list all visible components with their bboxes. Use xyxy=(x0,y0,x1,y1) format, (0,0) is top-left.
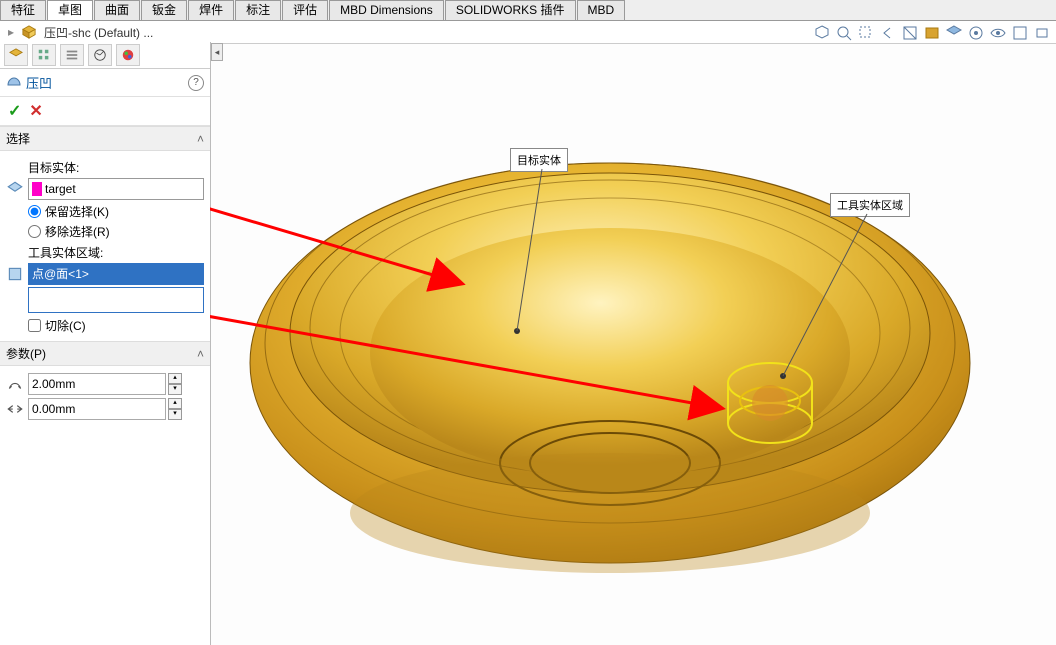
appearance-mgr-tab[interactable] xyxy=(116,44,140,66)
pick-face-icon[interactable] xyxy=(6,265,24,283)
orientation-icon[interactable] xyxy=(814,25,830,41)
chevron-up-icon: ˄ xyxy=(197,347,204,361)
main-tabs: 特征 卓图 曲面 钣金 焊件 标注 评估 MBD Dimensions SOLI… xyxy=(0,0,1056,21)
spin-down[interactable]: ▾ xyxy=(168,384,182,395)
thickness-icon xyxy=(6,375,24,393)
breadcrumb-doc[interactable]: 压凹-shc (Default) ... xyxy=(44,24,153,41)
zoom-area-icon[interactable] xyxy=(858,25,874,41)
cut-label: 切除(C) xyxy=(45,317,86,334)
section-selection-body: 目标实体: target 保留选择(K) 移除选择(R) 工具实体区域: 点@面… xyxy=(0,151,210,341)
keep-radio-label: 保留选择(K) xyxy=(45,203,109,220)
tab-sheetmetal[interactable]: 钣金 xyxy=(141,0,187,20)
target-body-field[interactable]: target xyxy=(28,178,204,200)
chevron-up-icon: ˄ xyxy=(197,132,204,146)
tab-surface[interactable]: 曲面 xyxy=(94,0,140,20)
keep-selection-radio[interactable]: 保留选择(K) xyxy=(28,203,204,220)
render-icon[interactable] xyxy=(1012,25,1028,41)
tool-area-listbox[interactable] xyxy=(28,287,204,313)
cut-checkbox[interactable] xyxy=(28,319,41,332)
manager-tabs xyxy=(0,42,210,69)
tab-sketch[interactable]: 卓图 xyxy=(47,0,93,20)
section-selection-header[interactable]: 选择 ˄ xyxy=(0,126,210,151)
gap-spinner[interactable]: ▴▾ xyxy=(168,398,182,420)
settings-icon[interactable] xyxy=(1034,25,1050,41)
appearance-icon[interactable] xyxy=(968,25,984,41)
target-color-swatch xyxy=(32,182,42,196)
tab-evaluate[interactable]: 评估 xyxy=(282,0,328,20)
zoom-fit-icon[interactable] xyxy=(836,25,852,41)
keep-radio-input[interactable] xyxy=(28,205,41,218)
callout-tool-text: 工具实体区域 xyxy=(837,200,903,212)
visibility-icon[interactable] xyxy=(990,25,1006,41)
tab-mbd-dim[interactable]: MBD Dimensions xyxy=(329,0,444,20)
tab-weldments[interactable]: 焊件 xyxy=(188,0,234,20)
spin-up[interactable]: ▴ xyxy=(168,398,182,409)
prev-view-icon[interactable] xyxy=(880,25,896,41)
help-icon[interactable]: ? xyxy=(188,75,204,91)
target-body-label: 目标实体: xyxy=(28,159,204,176)
feature-title: 压凹 xyxy=(26,73,52,92)
view-toolbar xyxy=(814,22,1050,44)
leader-bead-tool xyxy=(780,373,786,379)
leader-bead-target xyxy=(514,328,520,334)
remove-selection-radio[interactable]: 移除选择(R) xyxy=(28,223,204,240)
property-manager: 压凹 ? ✓ ✕ 选择 ˄ 目标实体: target 保留选择(K) 移除选择(… xyxy=(0,42,211,645)
callout-target-text: 目标实体 xyxy=(517,155,561,167)
feature-tree-tab[interactable] xyxy=(4,44,28,66)
scene-icon[interactable] xyxy=(946,25,962,41)
config-mgr-tab[interactable] xyxy=(60,44,84,66)
spin-up[interactable]: ▴ xyxy=(168,373,182,384)
section-selection-label: 选择 xyxy=(6,130,30,147)
tool-area-label: 工具实体区域: xyxy=(28,244,204,261)
section-params-label: 参数(P) xyxy=(6,345,46,362)
target-body-value: target xyxy=(45,182,76,196)
ok-cancel-row: ✓ ✕ xyxy=(0,97,210,126)
thickness-input[interactable] xyxy=(28,373,166,395)
spin-down[interactable]: ▾ xyxy=(168,409,182,420)
gap-icon xyxy=(6,400,24,418)
dim-mgr-tab[interactable] xyxy=(88,44,112,66)
ok-button[interactable]: ✓ xyxy=(8,101,21,121)
gap-input[interactable] xyxy=(28,398,166,420)
remove-radio-label: 移除选择(R) xyxy=(45,223,110,240)
indent-feature-icon xyxy=(6,73,22,92)
display-style-icon[interactable] xyxy=(924,25,940,41)
tool-area-value: 点@面<1> xyxy=(32,267,89,281)
cut-checkbox-row[interactable]: 切除(C) xyxy=(28,317,204,334)
panel-collapse-toggle[interactable]: ◂ xyxy=(211,43,223,61)
graphics-viewport[interactable]: 目标实体 工具实体区域 xyxy=(210,43,1056,645)
callout-tool-area: 工具实体区域 xyxy=(830,193,910,217)
section-view-icon[interactable] xyxy=(902,25,918,41)
section-params-body: ▴▾ ▴▾ xyxy=(0,366,210,427)
feature-header: 压凹 ? xyxy=(0,69,210,97)
tool-area-field[interactable]: 点@面<1> xyxy=(28,263,204,285)
callout-target-body: 目标实体 xyxy=(510,148,568,172)
tab-annotate[interactable]: 标注 xyxy=(235,0,281,20)
remove-radio-input[interactable] xyxy=(28,225,41,238)
tab-sw-addins[interactable]: SOLIDWORKS 插件 xyxy=(445,0,576,20)
thickness-spinner[interactable]: ▴▾ xyxy=(168,373,182,395)
tab-features[interactable]: 特征 xyxy=(0,0,46,20)
section-params-header[interactable]: 参数(P) ˄ xyxy=(0,341,210,366)
pick-body-icon[interactable] xyxy=(6,180,24,198)
part-icon xyxy=(22,25,36,39)
cancel-button[interactable]: ✕ xyxy=(29,101,42,121)
model-bowl xyxy=(210,43,1056,645)
tab-mbd[interactable]: MBD xyxy=(577,0,626,20)
property-mgr-tab[interactable] xyxy=(32,44,56,66)
breadcrumb-arrow-icon: ▸ xyxy=(8,25,14,39)
